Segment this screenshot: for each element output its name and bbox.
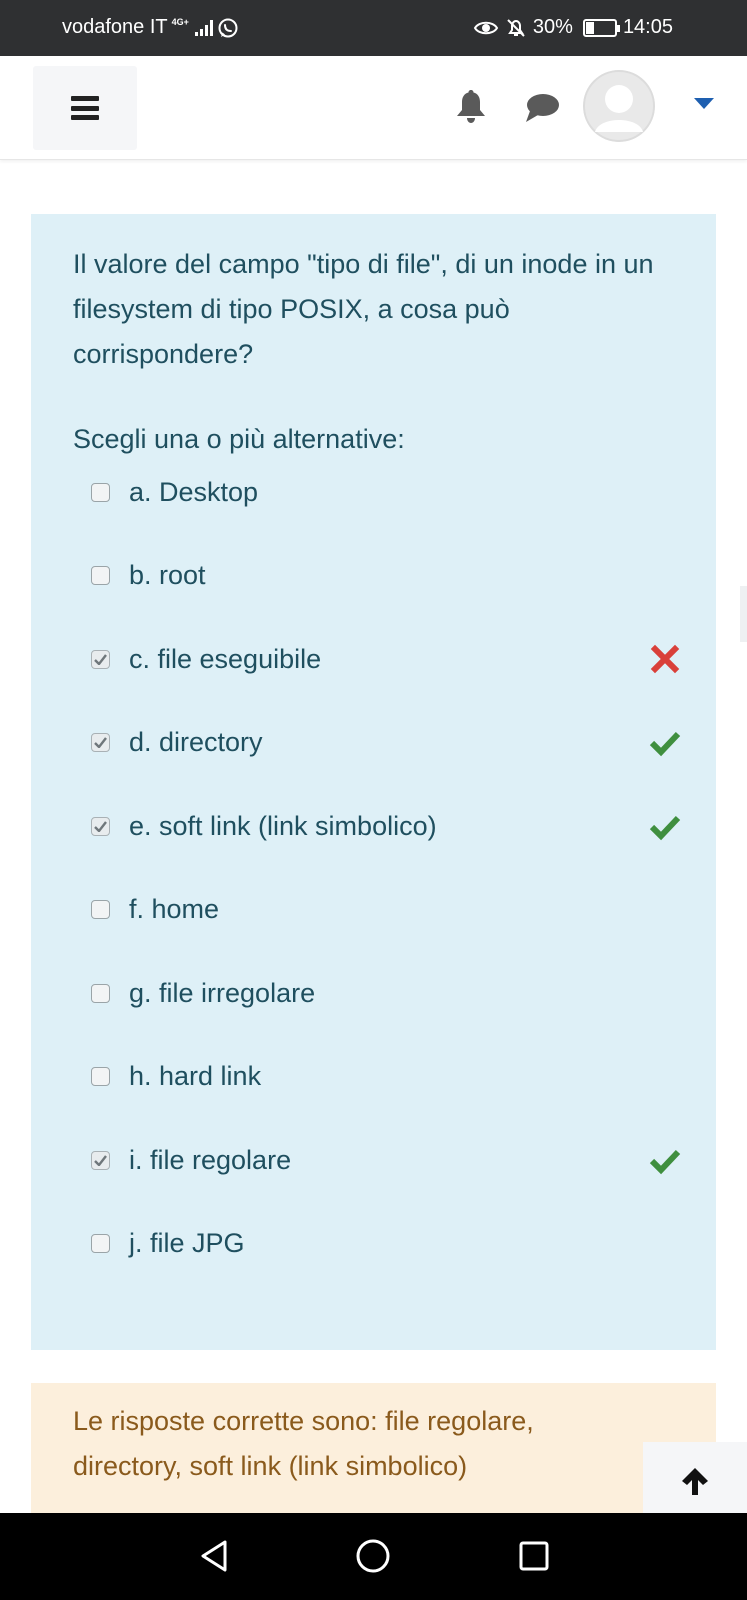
- chat-icon[interactable]: [524, 92, 560, 124]
- checkbox[interactable]: [91, 983, 110, 1003]
- check-small-icon: [94, 1154, 107, 1166]
- correct-icon: [649, 1149, 681, 1175]
- status-right: 30% 14:05: [473, 16, 673, 39]
- correct-icon: [649, 815, 681, 841]
- option-label: b. root: [129, 559, 206, 590]
- arrow-up-icon: [682, 1468, 708, 1495]
- option-label: i. file regolare: [129, 1144, 292, 1175]
- option-label: a. Desktop: [129, 476, 259, 507]
- navigation-bar: [0, 1513, 747, 1600]
- back-to-top-button[interactable]: [643, 1442, 747, 1520]
- user-icon: [583, 70, 655, 142]
- correct-answers-text: Le risposte corrette sono: file regolare…: [73, 1406, 534, 1481]
- incorrect-icon: [650, 644, 680, 674]
- option-e[interactable]: e. soft link (link simbolico): [91, 806, 681, 846]
- option-i[interactable]: i. file regolare: [91, 1140, 681, 1180]
- option-label: h. hard link: [129, 1060, 262, 1091]
- alarm-off-icon: [507, 18, 525, 37]
- checkbox-checked[interactable]: [91, 816, 110, 836]
- checkbox[interactable]: [91, 1066, 110, 1086]
- caret-down-icon[interactable]: [694, 98, 714, 110]
- checkbox[interactable]: [91, 1233, 110, 1253]
- whatsapp-icon: [218, 18, 238, 37]
- check-small-icon: [94, 820, 107, 832]
- question-text: Il valore del campo "tipo di file", di u…: [73, 249, 654, 369]
- bell-icon[interactable]: [454, 88, 488, 124]
- avatar[interactable]: [583, 70, 655, 142]
- app-header: [0, 56, 747, 160]
- option-j[interactable]: j. file JPG: [91, 1223, 681, 1263]
- answer-prompt: Scegli una o più alternative:: [73, 424, 405, 454]
- checkbox-checked[interactable]: [91, 732, 110, 752]
- back-icon[interactable]: [199, 1539, 229, 1573]
- checkbox[interactable]: [91, 565, 110, 585]
- menu-button[interactable]: [33, 66, 137, 150]
- scroll-edge-tab[interactable]: [740, 586, 747, 642]
- option-d[interactable]: d. directory: [91, 722, 681, 762]
- option-label: d. directory: [129, 726, 263, 757]
- checkbox-checked[interactable]: [91, 649, 110, 669]
- correct-icon: [649, 731, 681, 757]
- checkbox-checked[interactable]: [91, 1150, 110, 1170]
- feedback-panel: Le risposte corrette sono: file regolare…: [31, 1383, 716, 1517]
- check-small-icon: [94, 653, 107, 665]
- option-label: e. soft link (link simbolico): [129, 810, 437, 841]
- recent-apps-icon[interactable]: [518, 1540, 550, 1572]
- signal-icon: [194, 19, 213, 36]
- option-label: j. file JPG: [129, 1227, 245, 1258]
- status-left: vodafone IT 4G+: [62, 16, 239, 39]
- check-small-icon: [94, 736, 107, 748]
- option-label: c. file eseguibile: [129, 643, 322, 674]
- battery-percent: 30%: [532, 16, 573, 38]
- clock: 14:05: [622, 16, 673, 38]
- option-label: f. home: [129, 893, 220, 924]
- option-f[interactable]: f. home: [91, 889, 681, 929]
- network-type: 4G+: [171, 17, 189, 27]
- checkbox[interactable]: [91, 482, 110, 502]
- home-icon[interactable]: [355, 1538, 391, 1574]
- eye-icon: [473, 21, 499, 34]
- checkbox[interactable]: [91, 899, 110, 919]
- option-b[interactable]: b. root: [91, 555, 681, 595]
- battery-icon: [582, 18, 620, 37]
- option-h[interactable]: h. hard link: [91, 1056, 681, 1096]
- carrier-name: vodafone IT: [62, 16, 168, 38]
- option-c[interactable]: c. file eseguibile: [91, 639, 681, 679]
- menu-icon: [71, 96, 99, 120]
- question-panel: Il valore del campo "tipo di file", di u…: [31, 214, 716, 1350]
- option-label: g. file irregolare: [129, 977, 316, 1008]
- option-g[interactable]: g. file irregolare: [91, 973, 681, 1013]
- status-bar: vodafone IT 4G+ 30% 14:05: [0, 0, 747, 56]
- option-a[interactable]: a. Desktop: [91, 472, 681, 512]
